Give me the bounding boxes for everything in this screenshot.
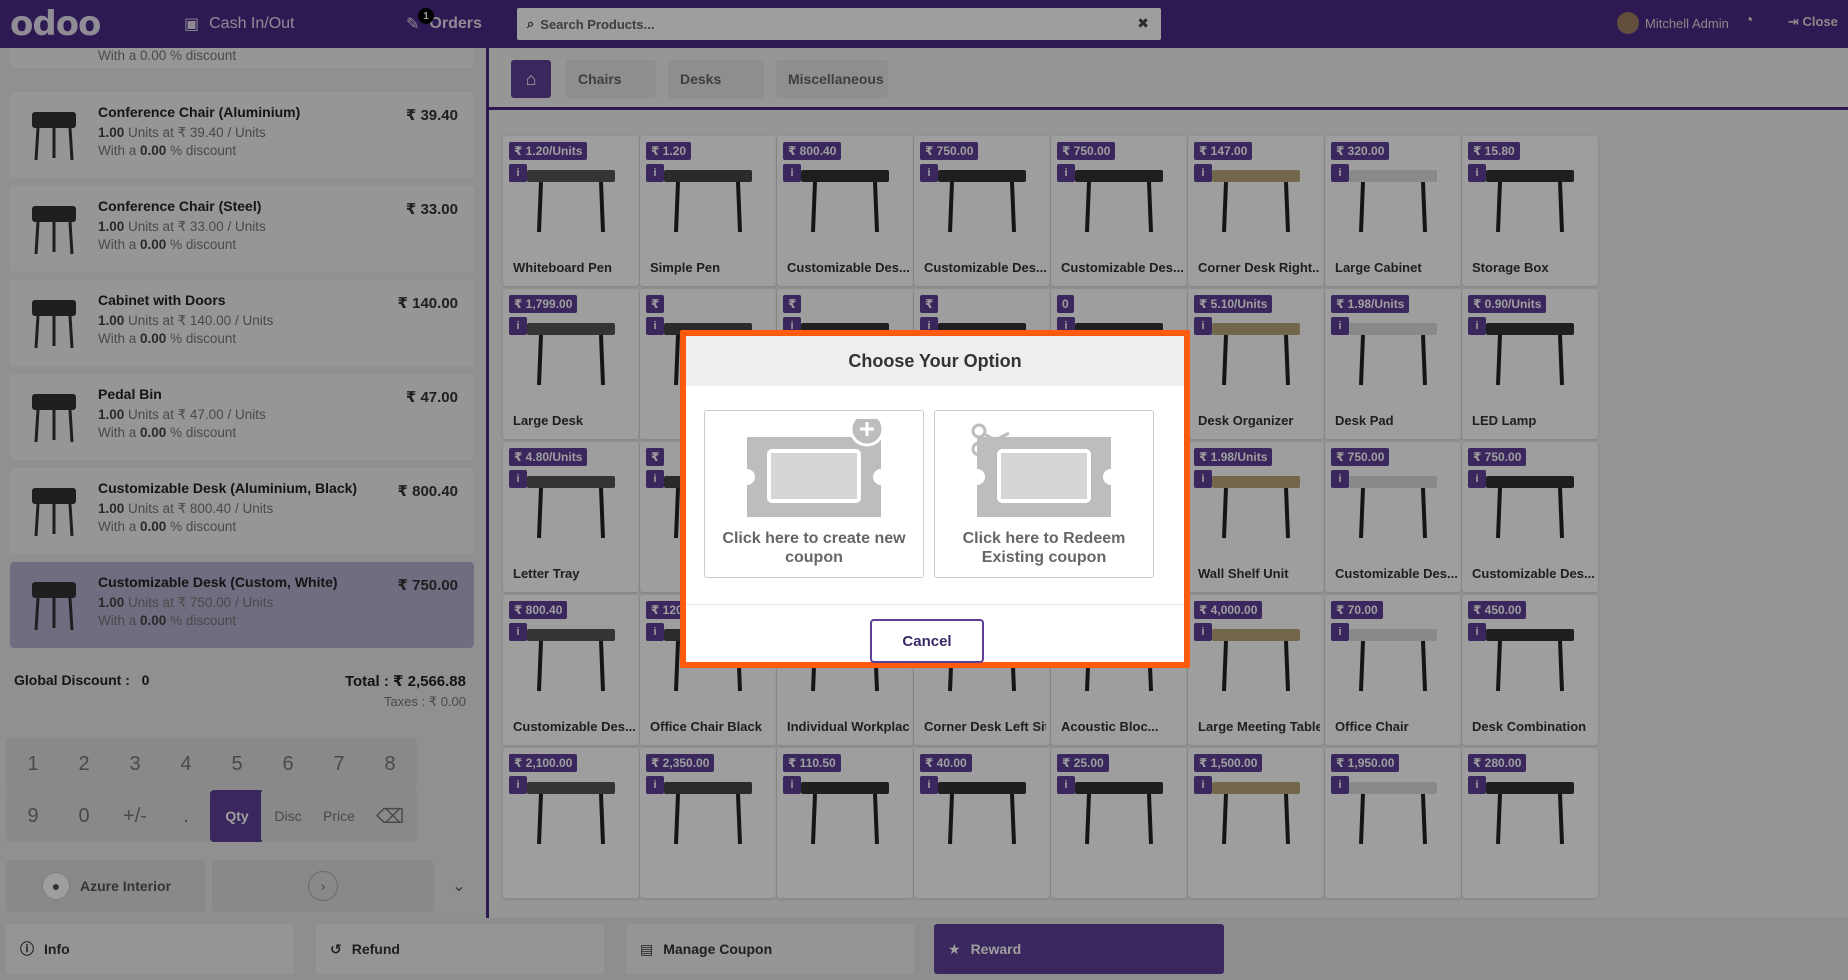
create-coupon-option[interactable]: Click here to create new coupon (704, 410, 924, 578)
redeem-coupon-text: Click here to Redeem Existing coupon (962, 530, 1126, 566)
dialog-title: Choose Your Option (686, 336, 1184, 386)
create-coupon-icon (747, 419, 885, 517)
choose-option-dialog: Choose Your Option Click here to create … (680, 330, 1190, 668)
redeem-coupon-option[interactable]: Click here to Redeem Existing coupon (934, 410, 1154, 578)
create-coupon-text: Click here to create new coupon (722, 530, 906, 566)
scissors-coupon-icon (971, 423, 1111, 517)
cancel-button[interactable]: Cancel (870, 619, 984, 663)
dialog-divider (686, 604, 1184, 605)
